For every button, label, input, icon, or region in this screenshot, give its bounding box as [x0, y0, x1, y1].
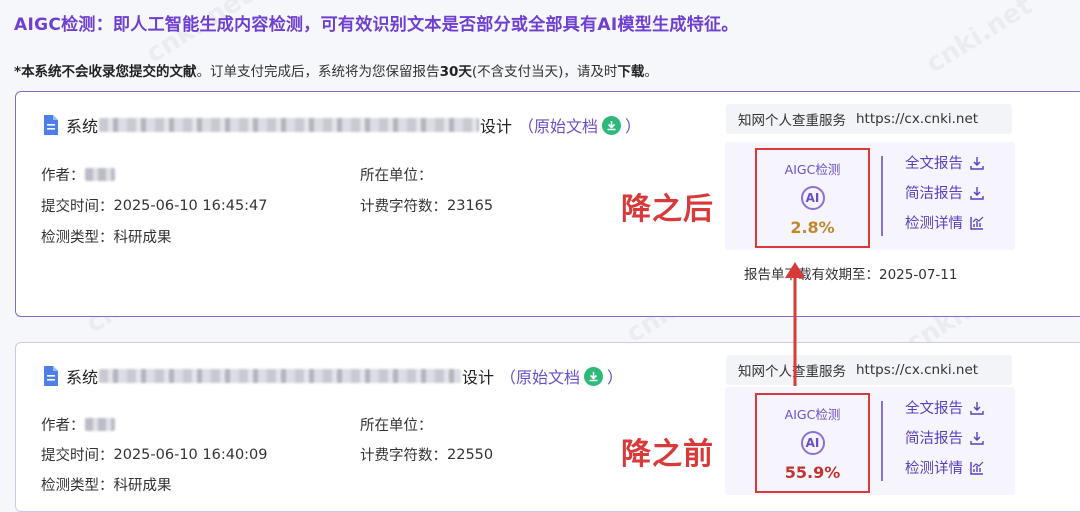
redacted-title: [99, 118, 480, 132]
author-field: 作者：: [41, 414, 115, 435]
aigc-percentage: 2.8%: [790, 218, 835, 237]
report-download-icon: [970, 186, 984, 200]
ai-icon: AI: [800, 431, 825, 455]
report-download-icon: [970, 431, 984, 445]
expiry-date: 报告单下载有效期至：2025-07-11: [744, 267, 958, 283]
service-url[interactable]: https://cx.cnki.net: [856, 362, 978, 378]
check-type-field: 检测类型： 科研成果: [41, 478, 172, 494]
aigc-result-box: AIGC检测 AI 55.9%: [755, 393, 870, 493]
result-panel: AIGC检测 AI 55.9% 全文报告 简洁报告 检测详情: [725, 387, 1015, 495]
unit-field: 所在单位：: [360, 168, 433, 184]
download-icon[interactable]: [584, 366, 604, 386]
annotation-before: 降之前: [621, 437, 714, 472]
arrow-up-icon: [785, 262, 805, 386]
aigc-result-box: AIGC检测 AI 2.8%: [755, 148, 870, 248]
aigc-percentage: 55.9%: [784, 463, 841, 482]
char-count-field: 计费字符数： 22550: [360, 446, 494, 465]
check-type-field: 检测类型： 科研成果: [41, 230, 172, 246]
report-card: 系统 设计 （原始文档 ） 知网个人查重服务 https://cx.cnki.n…: [15, 342, 1080, 512]
original-document-link[interactable]: （原始文档 ）: [518, 113, 641, 137]
report-download-icon: [970, 156, 984, 170]
full-report-link[interactable]: 全文报告: [905, 397, 985, 418]
download-icon[interactable]: [602, 115, 622, 135]
chart-icon: [970, 461, 984, 475]
result-panel: AIGC检测 AI 2.8% 全文报告 简洁报告 检测详情: [725, 142, 1015, 250]
service-info: 知网个人查重服务 https://cx.cnki.net: [726, 104, 1012, 134]
brief-report-link[interactable]: 简洁报告: [905, 182, 985, 203]
document-title: 系统 设计 （原始文档 ）: [42, 113, 641, 137]
report-download-icon: [970, 401, 984, 415]
document-icon: [44, 115, 58, 135]
service-url[interactable]: https://cx.cnki.net: [856, 111, 978, 127]
submit-time-field: 提交时间： 2025-06-10 16:45:47: [41, 197, 268, 216]
unit-field: 所在单位：: [360, 418, 433, 434]
brief-report-link[interactable]: 简洁报告: [905, 427, 985, 448]
detection-details-link[interactable]: 检测详情: [905, 212, 985, 233]
author-field: 作者：: [41, 164, 115, 185]
service-info: 知网个人查重服务 https://cx.cnki.net: [726, 355, 1012, 385]
chart-icon: [970, 216, 984, 230]
annotation-after: 降之后: [621, 192, 714, 227]
redacted-author: [84, 418, 115, 431]
redacted-author: [84, 168, 115, 181]
submit-time-field: 提交时间： 2025-06-10 16:40:09: [41, 446, 268, 465]
detection-details-link[interactable]: 检测详情: [905, 457, 985, 478]
report-card: 系统 设计 （原始文档 ） 知网个人查重服务 https://cx.cnki.n…: [15, 91, 1080, 317]
char-count-field: 计费字符数： 23165: [360, 197, 494, 216]
page-headline: AIGC检测：即人工智能生成内容检测，可有效识别文本是否部分或全部具有AI模型生…: [14, 15, 739, 35]
original-document-link[interactable]: （原始文档 ）: [500, 364, 623, 388]
divider: [881, 156, 883, 236]
divider: [881, 401, 883, 481]
full-report-link[interactable]: 全文报告: [905, 152, 985, 173]
document-icon: [44, 366, 58, 386]
retention-notice: *本系统不会收录您提交的文献。订单支付完成后，系统将为您保留报告30天(不含支付…: [14, 64, 658, 80]
watermark: cnki.net: [921, 0, 1038, 80]
ai-icon: AI: [800, 186, 825, 210]
document-title: 系统 设计 （原始文档 ）: [42, 364, 623, 388]
redacted-title: [99, 369, 462, 383]
